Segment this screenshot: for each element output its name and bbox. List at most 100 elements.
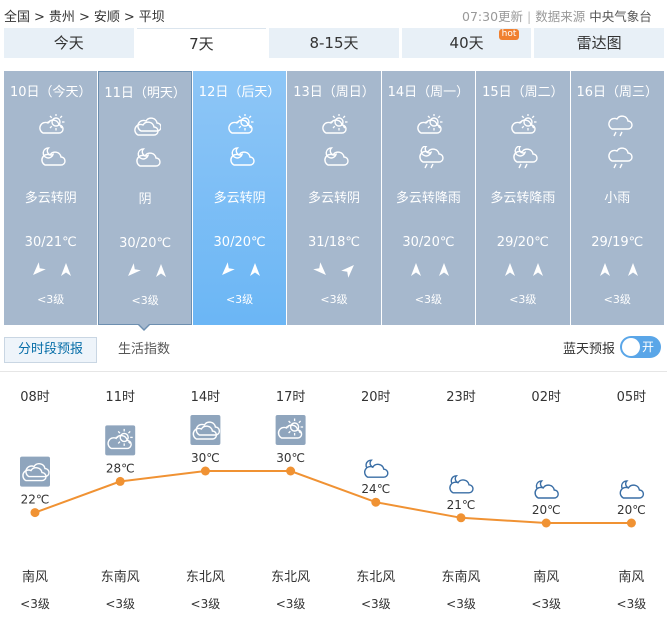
toggle-text: 开 [642, 340, 655, 354]
tab-radar[interactable]: 雷达图 [534, 28, 664, 58]
selected-day-pointer [137, 323, 151, 331]
weather-desc: 多云转阴 [307, 191, 360, 206]
partly-cloudy-icon [39, 114, 65, 134]
day-card[interactable]: 15日（周二） 多云转降雨 29/20℃ <3级 [476, 71, 570, 325]
wind-level: <3级 [603, 293, 631, 306]
partly-cloudy-icon [105, 425, 136, 456]
rain-night-icon [418, 146, 444, 169]
temperature-label: 20℃ [617, 503, 646, 517]
day-card[interactable]: 14日（周一） 多云转降雨 30/20℃ <3级 [381, 71, 476, 325]
cloudy-night-icon [534, 480, 559, 499]
hourly-chart: 08时 22℃ 南风 <3级 11时 28℃ 东南风 <3级 14时 30℃ 东北风 <3级 17时 30… [20, 390, 647, 611]
tab-hourly-forecast[interactable]: 分时段预报 [4, 337, 97, 363]
temperature-point [371, 497, 381, 507]
breadcrumb-country[interactable]: 全国 [4, 6, 30, 25]
day-name: 10日（今天） [9, 85, 92, 100]
rain-night-icon [513, 146, 538, 169]
wind-direction-icon [61, 263, 71, 276]
hour-label: 20时 [361, 390, 391, 405]
wind-direction-icon [533, 263, 544, 276]
tab-8-15day[interactable]: 8-15天 [269, 28, 399, 58]
wind-level: <3级 [509, 293, 537, 306]
breadcrumb-province[interactable]: 贵州 [49, 6, 75, 25]
wind-direction: 东南风 [101, 569, 140, 585]
wind-level: <3级 [225, 293, 254, 306]
wind-level: <3级 [105, 597, 135, 611]
temp-range: 30/20℃ [119, 236, 172, 251]
temperature-point [456, 513, 466, 523]
cloudy-night-icon [364, 459, 389, 478]
rain-icon [607, 147, 633, 169]
wind-level: <3级 [446, 597, 476, 611]
overcast-icon [134, 117, 162, 136]
day-card[interactable]: 13日（周日） 多云转阴 31/18℃ <3级 [287, 71, 381, 325]
cloudy-night-icon [619, 480, 645, 499]
tab-life-index[interactable]: 生活指数 [118, 337, 170, 363]
wind-direction-icon [249, 263, 260, 276]
partly-cloudy-icon [322, 114, 348, 134]
breadcrumb: 全国 > 贵州 > 安顺 > 平坝 [4, 6, 165, 25]
cloudy-night-icon [324, 147, 349, 166]
day-card[interactable]: 12日（后天） 多云转阴 30/20℃ <3级 [192, 71, 287, 325]
day-name: 14日（周一） [387, 85, 470, 100]
day-card[interactable]: 11日（明天） 阴 30/20℃ <3级 [98, 71, 192, 325]
toggle-knob [622, 338, 640, 356]
breadcrumb-city[interactable]: 安顺 [94, 6, 120, 25]
cloudy-night-icon [136, 148, 162, 167]
partly-cloudy-icon [228, 114, 254, 134]
rain-icon [607, 115, 633, 137]
day-name: 11日（明天） [104, 86, 186, 101]
wind-direction: 东北风 [186, 570, 225, 585]
source-label: 数据来源 [535, 9, 586, 24]
tab-today[interactable]: 今天 [4, 28, 134, 58]
wind-level: <3级 [320, 293, 348, 306]
weather-desc: 小雨 [604, 191, 631, 206]
forecast-tabs: 今天 7天 8-15天 40天 hot 雷达图 [4, 28, 664, 58]
wind-direction-icon [156, 264, 167, 277]
overcast-icon [190, 415, 221, 445]
top-bar: 全国 > 贵州 > 安顺 > 平坝 07:30更新 | 数据来源 中央气象台 [0, 0, 667, 28]
wind-direction-icon [438, 263, 449, 276]
wind-level: <3级 [20, 597, 50, 611]
update-time: 07:30更新 [462, 9, 524, 24]
hour-label: 11时 [105, 390, 135, 405]
day-card[interactable]: 10日（今天） 多云转阴 30/21℃ <3级 [4, 71, 98, 325]
wind-direction: 南风 [22, 569, 48, 585]
temp-range: 29/20℃ [496, 235, 549, 250]
wind-direction-icon [410, 263, 421, 276]
hour-label: 05时 [617, 390, 647, 405]
weather-desc: 多云转阴 [213, 191, 266, 206]
wind-direction: 东北风 [271, 570, 310, 585]
temperature-point [286, 466, 296, 476]
temperature-point [200, 466, 210, 476]
weather-desc: 阴 [138, 192, 152, 207]
weather-desc: 多云转降雨 [490, 191, 556, 206]
source-name: 中央气象台 [589, 9, 652, 24]
hour-label: 14时 [191, 390, 221, 405]
temperature-label: 30℃ [191, 451, 220, 465]
day-name: 16日（周三） [576, 85, 659, 100]
hour-label: 08时 [20, 390, 50, 405]
cloudy-night-icon [449, 475, 474, 494]
blue-sky-toggle[interactable]: 开 [620, 336, 661, 358]
tab-40day[interactable]: 40天 hot [401, 28, 532, 58]
day-name: 15日（周二） [482, 85, 564, 100]
temp-range: 29/19℃ [591, 235, 644, 250]
hot-badge: hot [498, 29, 520, 40]
partly-cloudy-icon [511, 114, 537, 134]
temperature-label: 22℃ [21, 493, 50, 507]
wind-level: <3级 [191, 597, 221, 611]
hour-label: 02时 [531, 390, 561, 405]
day-list: 10日（今天） 多云转阴 30/21℃ <3级 11日（明天） 阴 30/20℃… [4, 71, 664, 325]
temperature-label: 30℃ [276, 451, 305, 465]
wind-direction-icon [128, 263, 142, 276]
cloudy-night-icon [41, 147, 66, 166]
cloudy-night-icon [230, 147, 255, 166]
breadcrumb-county: 平坝 [138, 10, 165, 25]
partly-cloudy-icon [416, 114, 443, 134]
wind-direction-icon [313, 262, 327, 275]
day-card[interactable]: 16日（周三） 小雨 29/19℃ <3级 [570, 71, 664, 325]
wind-level: <3级 [37, 293, 65, 306]
tab-7day[interactable]: 7天 [136, 28, 267, 58]
wind-direction-icon [221, 262, 235, 275]
